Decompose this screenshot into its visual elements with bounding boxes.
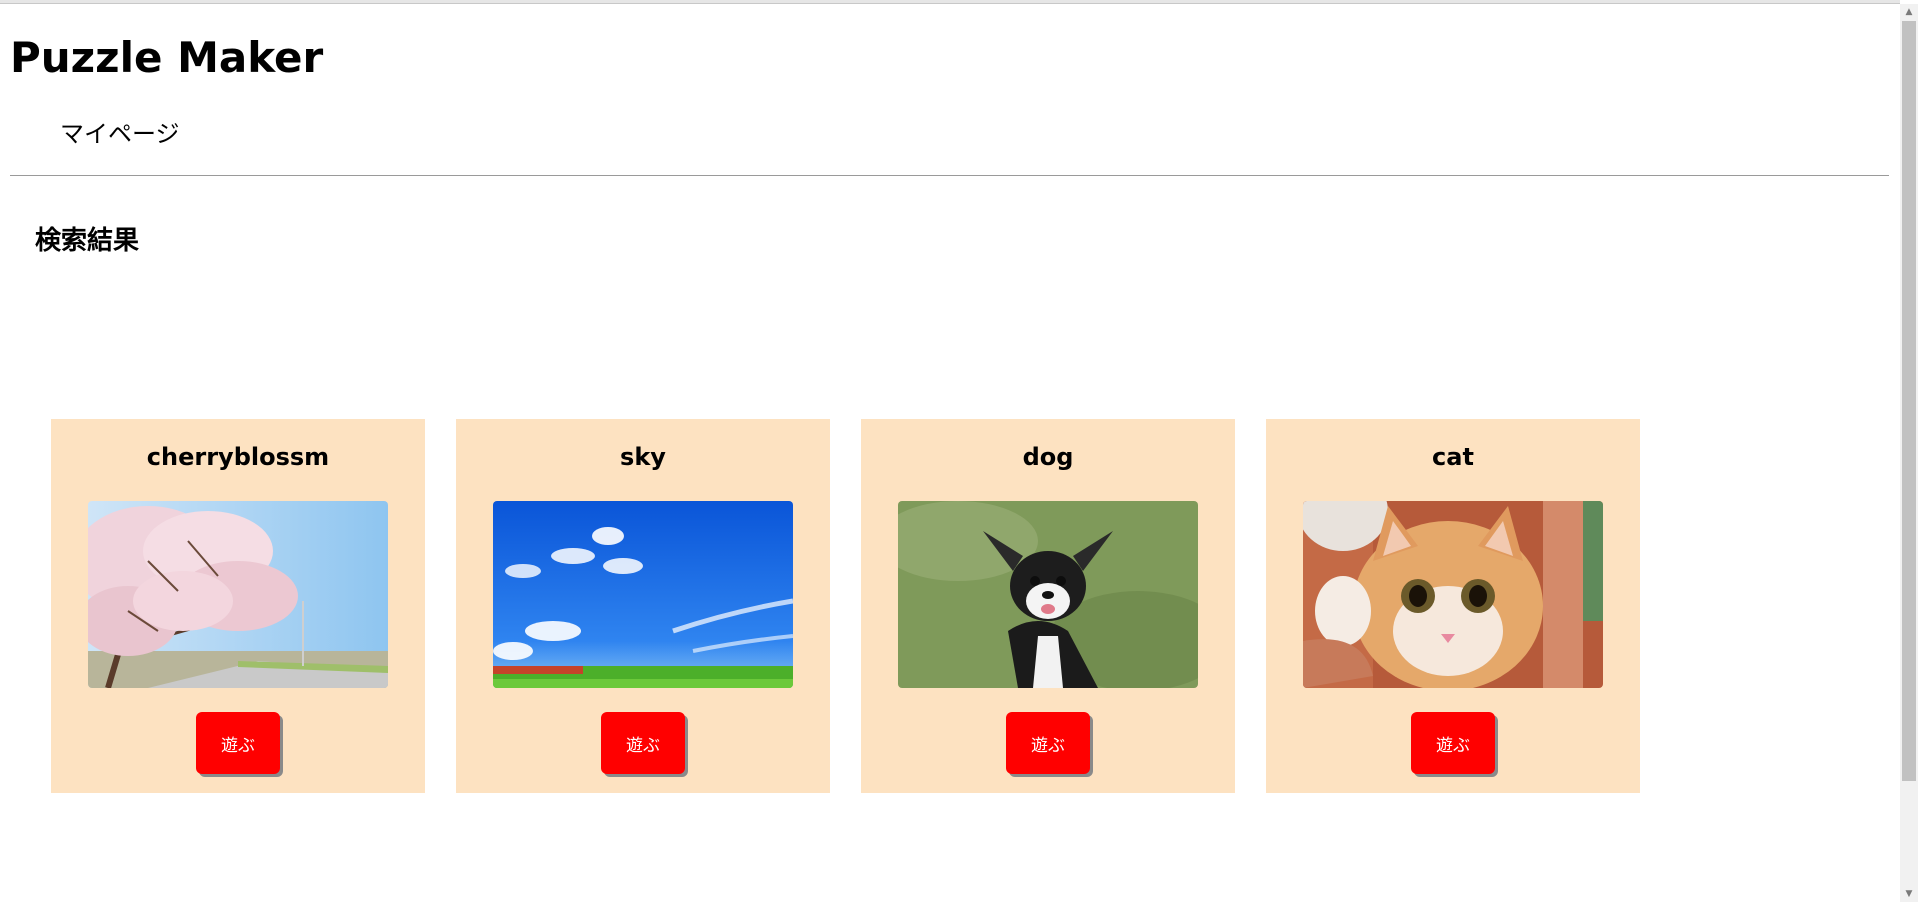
blue-sky-photo bbox=[493, 501, 793, 688]
search-results-heading: 検索結果 bbox=[35, 226, 140, 256]
card-image-dog bbox=[898, 501, 1198, 688]
page: Puzzle Maker マイページ 検索結果 cherryblossm 遊ぶ … bbox=[0, 0, 1918, 902]
card-title: cat bbox=[1432, 443, 1474, 471]
play-button[interactable]: 遊ぶ bbox=[1411, 712, 1495, 774]
card-image-cherry-blossom bbox=[88, 501, 388, 688]
browser-top-border bbox=[0, 0, 1900, 4]
puzzle-card-sky: sky 遊ぶ bbox=[456, 419, 830, 793]
play-button[interactable]: 遊ぶ bbox=[1006, 712, 1090, 774]
card-title: cherryblossm bbox=[146, 443, 330, 471]
site-title: Puzzle Maker bbox=[10, 33, 324, 82]
cherry-blossom-photo bbox=[88, 501, 388, 688]
card-title: sky bbox=[620, 443, 666, 471]
play-button[interactable]: 遊ぶ bbox=[601, 712, 685, 774]
chihuahua-dog-photo bbox=[898, 501, 1198, 688]
play-button[interactable]: 遊ぶ bbox=[196, 712, 280, 774]
card-image-sky bbox=[493, 501, 793, 688]
header-divider bbox=[10, 175, 1889, 176]
mypage-link[interactable]: マイページ bbox=[60, 118, 180, 150]
kitten-photo bbox=[1303, 501, 1603, 688]
puzzle-card-cat: cat 遊ぶ bbox=[1266, 419, 1640, 793]
card-title: dog bbox=[1022, 443, 1074, 471]
scroll-down-arrow-icon[interactable]: ▼ bbox=[1900, 886, 1918, 902]
puzzle-card-dog: dog 遊ぶ bbox=[861, 419, 1235, 793]
scroll-up-arrow-icon[interactable]: ▲ bbox=[1900, 4, 1918, 20]
vertical-scrollbar[interactable]: ▲ ▼ bbox=[1900, 4, 1918, 902]
scrollbar-thumb[interactable] bbox=[1902, 21, 1916, 781]
puzzle-card-cherryblossm: cherryblossm 遊ぶ bbox=[51, 419, 425, 793]
card-image-cat bbox=[1303, 501, 1603, 688]
